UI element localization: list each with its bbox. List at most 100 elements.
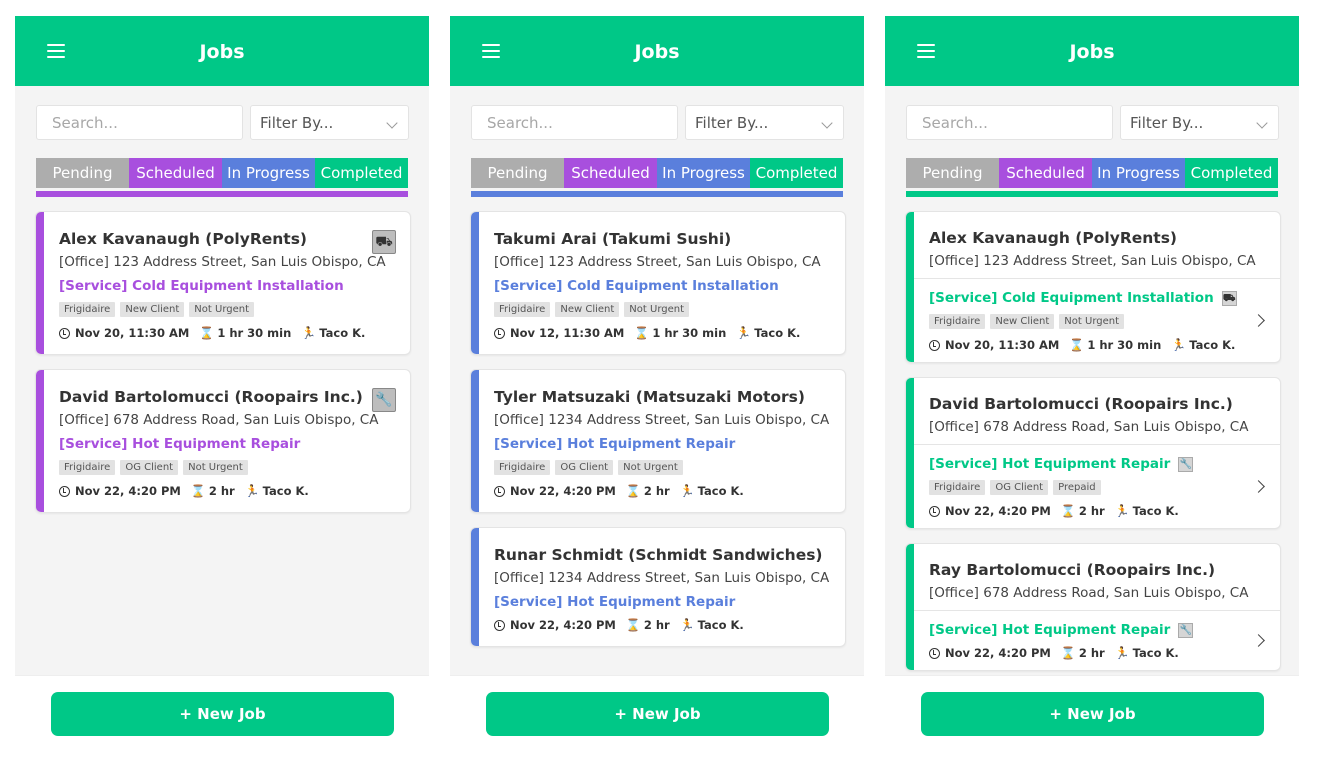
filter-label: Filter By...	[695, 114, 769, 132]
tab-scheduled[interactable]: Scheduled	[564, 158, 657, 188]
tab-pending[interactable]: Pending	[36, 158, 129, 188]
clock-icon	[494, 619, 505, 631]
tag: Not Urgent	[183, 460, 248, 475]
status-tabs: Pending Scheduled In Progress Completed	[906, 158, 1278, 188]
job-meta: Nov 22, 4:20 PM ⌛ 2 hr 🏃 Taco K.	[494, 618, 831, 632]
clock-icon	[929, 505, 940, 517]
jobs-screen-completed: Jobs Search... Filter By... Pending Sche…	[885, 16, 1299, 752]
tag-list: Frigidaire New Client Not Urgent	[59, 302, 396, 317]
page-title: Jobs	[634, 41, 680, 63]
technician-icon: 🏃	[301, 326, 317, 340]
tag: New Client	[120, 302, 185, 317]
clock-icon	[59, 485, 70, 497]
filter-label: Filter By...	[260, 114, 334, 132]
footer: + New Job	[450, 675, 864, 752]
search-input[interactable]: Search...	[36, 105, 243, 140]
active-tab-indicator	[36, 191, 408, 197]
tab-scheduled[interactable]: Scheduled	[129, 158, 222, 188]
tab-completed[interactable]: Completed	[315, 158, 408, 188]
filter-dropdown[interactable]: Filter By...	[250, 105, 409, 140]
tab-scheduled[interactable]: Scheduled	[999, 158, 1092, 188]
job-date: Nov 22, 4:20 PM	[945, 504, 1051, 518]
search-input[interactable]: Search...	[906, 105, 1113, 140]
jobs-screen-scheduled: Jobs Search... Filter By... Pending Sche…	[15, 16, 429, 752]
toolbar: Search... Filter By... Pending Scheduled…	[885, 86, 1299, 188]
client-name: Alex Kavanaugh (PolyRents)	[59, 230, 308, 248]
clock-icon	[929, 647, 940, 659]
job-card[interactable]: Ray Bartolomucci (Roopairs Inc.) [Office…	[905, 543, 1281, 671]
dolly-icon: ⛟	[1221, 290, 1237, 306]
job-card[interactable]: Alex Kavanaugh (PolyRents) [Office] 123 …	[905, 211, 1281, 363]
filter-dropdown[interactable]: Filter By...	[1120, 105, 1279, 140]
job-duration: 1 hr 30 min	[1087, 338, 1162, 352]
job-address: [Office] 1234 Address Street, San Luis O…	[494, 570, 830, 586]
job-card[interactable]: Tyler Matsuzaki (Matsuzaki Motors) [Offi…	[470, 369, 846, 513]
job-card[interactable]: Takumi Arai (Takumi Sushi) [Office] 123 …	[470, 211, 846, 355]
status-bar	[471, 370, 479, 512]
new-job-button[interactable]: + New Job	[486, 692, 829, 736]
client-name: Alex Kavanaugh (PolyRents)	[929, 229, 1178, 247]
active-tab-indicator	[906, 191, 1278, 197]
search-input[interactable]: Search...	[471, 105, 678, 140]
app-bar: Jobs	[885, 16, 1299, 86]
job-card[interactable]: ⛟ Alex Kavanaugh (PolyRents) [Office] 12…	[35, 211, 411, 355]
tab-pending[interactable]: Pending	[471, 158, 564, 188]
job-date: Nov 22, 4:20 PM	[945, 646, 1051, 660]
tab-completed[interactable]: Completed	[750, 158, 843, 188]
client-name: David Bartolomucci (Roopairs Inc.)	[59, 388, 363, 406]
job-list: ⛟ Alex Kavanaugh (PolyRents) [Office] 12…	[35, 211, 411, 527]
hourglass-icon: ⌛	[1069, 338, 1085, 352]
tag: Frigidaire	[59, 460, 116, 475]
job-address: [Office] 123 Address Street, San Luis Ob…	[929, 253, 1256, 269]
job-date: Nov 20, 11:30 AM	[945, 338, 1060, 352]
tab-in-progress[interactable]: In Progress	[657, 158, 750, 188]
job-duration: 1 hr 30 min	[652, 326, 727, 340]
tag: Prepaid	[1053, 480, 1101, 495]
page-title: Jobs	[199, 41, 245, 63]
service-title-text: [Service] Hot Equipment Repair	[929, 622, 1171, 638]
job-meta: Nov 22, 4:20 PM ⌛ 2 hr 🏃 Taco K.	[929, 646, 1266, 660]
clock-icon	[494, 485, 505, 497]
tab-in-progress[interactable]: In Progress	[222, 158, 315, 188]
job-card[interactable]: David Bartolomucci (Roopairs Inc.) [Offi…	[905, 377, 1281, 529]
client-name: Takumi Arai (Takumi Sushi)	[494, 230, 732, 248]
tag-list: Frigidaire New Client Not Urgent	[929, 314, 1266, 329]
page-title: Jobs	[1069, 41, 1115, 63]
job-duration: 2 hr	[643, 618, 670, 632]
job-date: Nov 20, 11:30 AM	[75, 326, 190, 340]
tag: Frigidaire	[59, 302, 116, 317]
tab-in-progress[interactable]: In Progress	[1092, 158, 1185, 188]
job-card[interactable]: 🔧 David Bartolomucci (Roopairs Inc.) [Of…	[35, 369, 411, 513]
tag: Not Urgent	[624, 302, 690, 317]
job-meta: Nov 22, 4:20 PM ⌛ 2 hr 🏃 Taco K.	[929, 504, 1266, 518]
hourglass-icon: ⌛	[634, 326, 650, 340]
tag: Frigidaire	[929, 480, 986, 495]
tag-list: Frigidaire New Client Not Urgent	[494, 302, 831, 317]
status-tabs: Pending Scheduled In Progress Completed	[471, 158, 843, 188]
tag: OG Client	[555, 460, 614, 475]
dolly-icon: ⛟	[372, 230, 396, 254]
status-tabs: Pending Scheduled In Progress Completed	[36, 158, 408, 188]
hourglass-icon: ⌛	[625, 484, 641, 498]
tag: Frigidaire	[494, 302, 551, 317]
job-meta: Nov 12, 11:30 AM ⌛ 1 hr 30 min 🏃 Taco K.	[494, 326, 831, 340]
tab-pending[interactable]: Pending	[906, 158, 999, 188]
tag: New Client	[555, 302, 620, 317]
new-job-button[interactable]: + New Job	[51, 692, 394, 736]
tag: Not Urgent	[189, 302, 255, 317]
hourglass-icon: ⌛	[190, 484, 206, 498]
technician-icon: 🏃	[1171, 338, 1187, 352]
filter-dropdown[interactable]: Filter By...	[685, 105, 844, 140]
service-title-text: [Service] Hot Equipment Repair	[929, 456, 1171, 472]
technician-icon: 🏃	[244, 484, 260, 498]
service-title: [Service] Hot Equipment Repair	[494, 594, 736, 610]
job-meta: Nov 20, 11:30 AM ⌛ 1 hr 30 min 🏃 Taco K.	[929, 338, 1266, 352]
technician-icon: 🏃	[1114, 646, 1130, 660]
tag: OG Client	[120, 460, 179, 475]
new-job-button[interactable]: + New Job	[921, 692, 1264, 736]
job-card[interactable]: Runar Schmidt (Schmidt Sandwiches) [Offi…	[470, 527, 846, 647]
tab-completed[interactable]: Completed	[1185, 158, 1278, 188]
hourglass-icon: ⌛	[1060, 504, 1076, 518]
client-name: Tyler Matsuzaki (Matsuzaki Motors)	[494, 388, 805, 406]
job-date: Nov 12, 11:30 AM	[510, 326, 625, 340]
